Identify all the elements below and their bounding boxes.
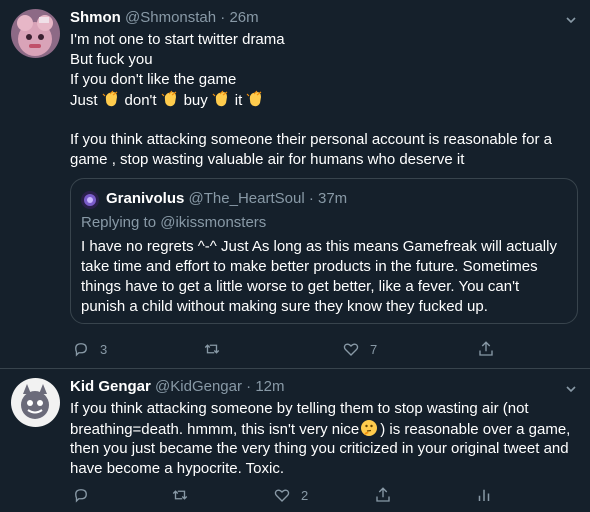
- quoted-line: things have to get a little worse to get…: [81, 278, 520, 295]
- tweet-line: breathing=death. hmmm, this isn't very n…: [70, 419, 580, 439]
- tweet-text: If you think attacking someone by tellin…: [70, 399, 580, 479]
- share-icon: [479, 341, 493, 356]
- like-button[interactable]: 2: [273, 485, 308, 505]
- dot-separator: ·: [308, 190, 314, 207]
- retweet-button[interactable]: [203, 339, 221, 359]
- user-handle[interactable]: @KidGengar: [155, 378, 242, 395]
- retweet-icon: [204, 344, 220, 354]
- quoted-display-name: Granivolus: [106, 190, 185, 207]
- timestamp[interactable]: 26m: [229, 9, 258, 26]
- replying-to-label: Replying to: [81, 214, 157, 231]
- tweet-shmon[interactable]: Shmon @Shmonstah · 26m I'm not one to st…: [0, 0, 590, 368]
- tweet-header: Kid Gengar @KidGengar · 12m: [70, 377, 285, 397]
- share-button[interactable]: [374, 485, 392, 505]
- tweet-actions: 3 7: [70, 339, 510, 359]
- tweet-line: If you don't like the game: [70, 71, 237, 88]
- chevron-down-icon[interactable]: [566, 12, 576, 24]
- heart-icon: [343, 343, 359, 356]
- tweet-line: If you think attacking someone their per…: [70, 131, 552, 148]
- tweet-line-part: breathing=death. hmmm, this isn't very n…: [70, 421, 360, 438]
- clap-emoji-icon: [246, 90, 265, 108]
- tweet-line-part: ) is reasonable over a game,: [380, 421, 571, 438]
- quoted-handle: @The_HeartSoul: [188, 190, 305, 207]
- dot-separator: ·: [220, 9, 226, 26]
- retweet-icon: [172, 490, 188, 500]
- reply-count: 3: [100, 341, 108, 357]
- display-name[interactable]: Kid Gengar: [70, 378, 151, 395]
- retweet-button[interactable]: [171, 485, 189, 505]
- clap-word: don't: [124, 92, 157, 109]
- clap-word: it: [234, 92, 243, 109]
- quoted-timestamp: 37m: [318, 190, 348, 207]
- quoted-header: Granivolus @The_HeartSoul · 37m: [106, 189, 347, 209]
- tweet-line: I'm not one to start twitter drama: [70, 31, 285, 48]
- clap-emoji-icon: [212, 90, 231, 108]
- reply-button[interactable]: [72, 485, 90, 505]
- tweet-line: then you just became the very thing you …: [70, 440, 569, 457]
- replying-to-handle[interactable]: @ikissmonsters: [160, 214, 266, 231]
- timestamp[interactable]: 12m: [255, 378, 284, 395]
- quoted-avatar: [81, 191, 99, 209]
- quoted-line: punish a child without making sure they …: [81, 298, 488, 315]
- analytics-icon: [478, 489, 490, 501]
- tweet-line: If you think attacking someone by tellin…: [70, 400, 529, 417]
- clap-word: buy: [183, 92, 208, 109]
- like-button[interactable]: 7: [342, 339, 377, 359]
- avatar[interactable]: [11, 9, 60, 58]
- tweet-header: Shmon @Shmonstah · 26m: [70, 8, 259, 28]
- quoted-line: take time and effort to make better prod…: [81, 258, 538, 275]
- tweet-kid-gengar[interactable]: Kid Gengar @KidGengar · 12m If you think…: [0, 369, 590, 512]
- tweet-text: I'm not one to start twitter drama But f…: [70, 30, 580, 170]
- replying-to: Replying to @ikissmonsters: [81, 213, 266, 233]
- share-icon: [376, 487, 390, 502]
- clap-line: Just don't buy it: [70, 90, 580, 110]
- like-count: 7: [370, 341, 378, 357]
- clap-emoji-icon: [161, 90, 180, 108]
- reply-button[interactable]: 3: [72, 339, 107, 359]
- tweet-actions: 2: [70, 485, 500, 505]
- reply-icon: [75, 489, 87, 503]
- heart-icon: [274, 489, 290, 502]
- quoted-text: I have no regrets ^-^ Just As long as th…: [81, 237, 571, 317]
- user-handle[interactable]: @Shmonstah: [125, 9, 216, 26]
- tweet-line: But fuck you: [70, 51, 153, 68]
- display-name[interactable]: Shmon: [70, 9, 121, 26]
- dot-separator: ·: [246, 378, 252, 395]
- like-count: 2: [301, 487, 309, 503]
- quoted-line: I have no regrets ^-^ Just As long as th…: [81, 238, 557, 255]
- reply-icon: [75, 343, 87, 357]
- analytics-button[interactable]: [475, 485, 493, 505]
- clap-emoji-icon: [102, 90, 121, 108]
- tweet-line: have become a hypocrite. Toxic.: [70, 460, 285, 477]
- avatar[interactable]: [11, 378, 60, 427]
- tweet-line: game , stop wasting valuable air for hum…: [70, 151, 465, 168]
- share-button[interactable]: [477, 339, 495, 359]
- thinking-face-icon: [360, 419, 379, 437]
- quoted-tweet[interactable]: Granivolus @The_HeartSoul · 37m Replying…: [70, 178, 578, 324]
- chevron-down-icon[interactable]: [566, 381, 576, 393]
- clap-word: Just: [70, 92, 98, 109]
